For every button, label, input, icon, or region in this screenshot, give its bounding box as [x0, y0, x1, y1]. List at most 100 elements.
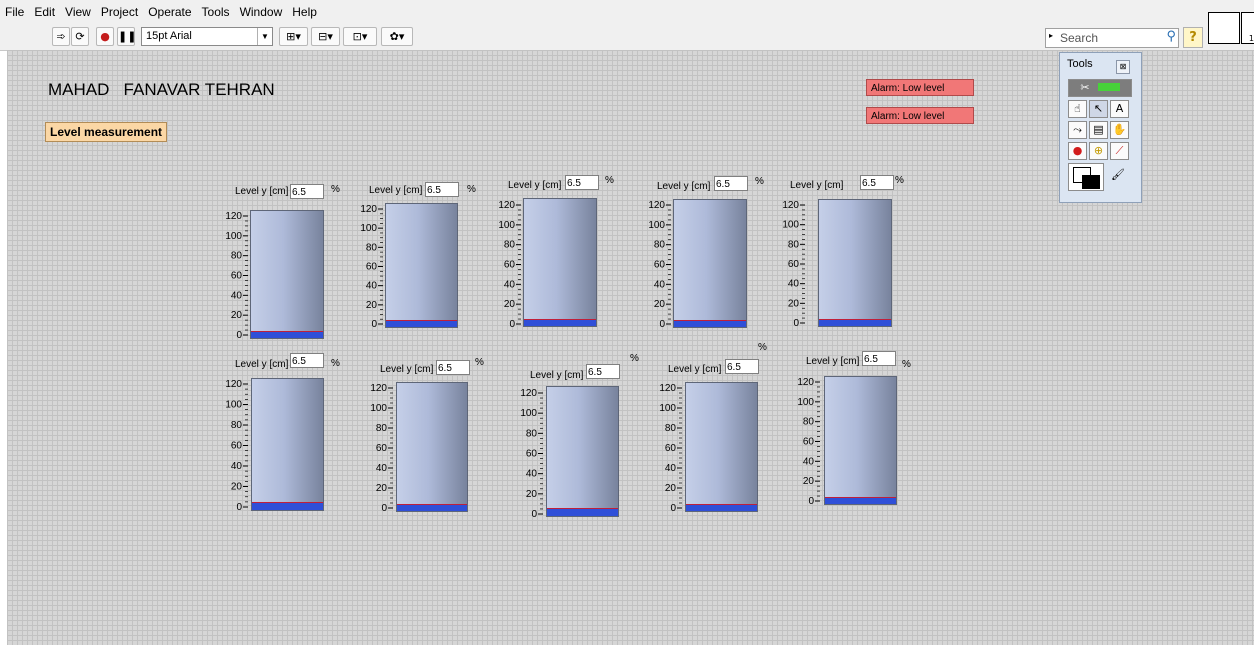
- tank-scale-label: 0: [531, 509, 537, 520]
- tank-scale-label: 20: [665, 483, 677, 494]
- tank-level-fill: [252, 502, 323, 510]
- close-icon[interactable]: ⊠: [1116, 60, 1130, 74]
- menu-bar: File Edit View Project Operate Tools Window Hel…: [0, 0, 1205, 22]
- menu-file[interactable]: File: [0, 0, 29, 19]
- tank-scale-label: 100: [648, 220, 665, 231]
- tank-scale-label: 80: [504, 240, 516, 251]
- menu-tools[interactable]: Tools: [197, 0, 235, 19]
- color-box-icon[interactable]: [1068, 163, 1104, 191]
- tank-indicator: [523, 198, 597, 327]
- tank-level-fill: [397, 503, 467, 511]
- search-input[interactable]: ▸ Search ⚲: [1045, 28, 1179, 48]
- run-continuously-icon[interactable]: ⟳: [71, 27, 89, 46]
- tank-scale-label: 0: [808, 496, 814, 507]
- tank-label: Level y [cm]: [508, 180, 562, 191]
- operate-hand-icon[interactable]: ☝: [1068, 100, 1087, 118]
- menu-window[interactable]: Window: [235, 0, 288, 19]
- automatic-tool-icon[interactable]: ✂: [1068, 79, 1132, 97]
- font-select-value: 15pt Arial: [146, 30, 192, 42]
- tank-scale-label: 40: [231, 290, 243, 301]
- tank-value-field[interactable]: 6.5: [586, 364, 620, 379]
- tank-value-field[interactable]: 6.5: [862, 351, 896, 366]
- tank-scale-label: 80: [366, 242, 378, 253]
- tank-label: Level y [cm]: [235, 186, 289, 197]
- tank-indicator: [685, 382, 758, 512]
- pause-icon[interactable]: ❚❚: [117, 27, 136, 46]
- tank-scale-label: 120: [648, 200, 665, 211]
- tank-scale: 120 100 80 60 40 20 0: [782, 200, 805, 329]
- tank-scale-label: 60: [231, 271, 243, 282]
- tank-value-field[interactable]: 6.5: [725, 359, 759, 374]
- menu-edit[interactable]: Edit: [29, 0, 60, 19]
- tank-value-field[interactable]: 6.5: [565, 175, 599, 190]
- reorder-icon[interactable]: ✿▾: [381, 27, 413, 46]
- tank-value-field[interactable]: 6.5: [436, 360, 470, 375]
- tank-scale-label: 20: [376, 483, 388, 494]
- wire-tool-icon[interactable]: ⤳: [1068, 121, 1087, 139]
- text-tool-icon[interactable]: A: [1110, 100, 1129, 118]
- font-select[interactable]: 15pt Arial ▼: [141, 27, 273, 46]
- vi-icon[interactable]: [1208, 12, 1240, 44]
- tank-value-field[interactable]: 6.5: [714, 176, 748, 191]
- tank-scale-label: 40: [376, 463, 388, 474]
- menu-project[interactable]: Project: [96, 0, 143, 19]
- tank-value-field[interactable]: 6.5: [290, 353, 324, 368]
- tank-scale-label: 100: [360, 223, 377, 234]
- tank-label: Level y [cm]: [668, 364, 722, 375]
- tank-scale: 120 100 80 60 40 20 0: [797, 377, 820, 507]
- tank-scale-label: 40: [231, 461, 243, 472]
- breakpoint-icon[interactable]: ●: [1068, 142, 1087, 160]
- tank-scale-label: 80: [803, 417, 815, 428]
- color-copy-icon[interactable]: ⟋: [1110, 142, 1129, 160]
- tank-scale: 120 100 80 60 40 20 0: [370, 383, 393, 514]
- connector-pane-icon[interactable]: 1: [1241, 12, 1254, 44]
- run-arrow-icon[interactable]: ➾: [52, 27, 70, 46]
- tank-scale-label: 60: [526, 449, 538, 460]
- tank-scale-label: 100: [370, 403, 387, 414]
- tank-level-fill: [386, 319, 457, 327]
- pointer-tool-icon[interactable]: ↖: [1089, 100, 1108, 118]
- tank-indicator: [546, 386, 619, 517]
- tank-scale: 120 100 80 60 40 20 0: [360, 204, 383, 330]
- tank-indicator: [251, 378, 324, 511]
- tank-unit: %: [902, 359, 911, 370]
- tank-label: Level y [cm]: [369, 185, 423, 196]
- tank-value-field[interactable]: 6.5: [290, 184, 324, 199]
- resize-objects-icon[interactable]: ⊡▾: [343, 27, 377, 46]
- menu-help[interactable]: Help: [287, 0, 322, 19]
- align-objects-icon[interactable]: ⊞▾: [279, 27, 308, 46]
- tank-level-fill: [825, 496, 896, 504]
- tank-scale-label: 80: [665, 423, 677, 434]
- tank-scale: 120 100 80 60 40 20 0: [520, 388, 543, 520]
- menu-view[interactable]: View: [60, 0, 96, 19]
- distribute-objects-icon[interactable]: ⊟▾: [311, 27, 340, 46]
- tank-scale-label: 120: [520, 388, 537, 399]
- menu-operate[interactable]: Operate: [143, 0, 196, 19]
- tank-scale-label: 0: [793, 318, 799, 329]
- tank-scale-label: 20: [366, 300, 378, 311]
- search-icon[interactable]: ⚲: [1166, 28, 1176, 44]
- color-brush-icon[interactable]: 🖌: [1107, 167, 1129, 189]
- tank-scale-label: 80: [376, 423, 388, 434]
- abort-icon[interactable]: ●: [96, 27, 114, 46]
- tank-scale-label: 100: [225, 400, 242, 411]
- tank-value-field[interactable]: 6.5: [425, 182, 459, 197]
- tank-scale-label: 80: [654, 240, 666, 251]
- tank-scale-label: 120: [659, 383, 676, 394]
- tank-indicator: [396, 382, 468, 512]
- tank-scale-label: 20: [654, 299, 666, 310]
- tank-level-fill: [251, 330, 323, 338]
- tank-value-field[interactable]: 6.5: [860, 175, 894, 190]
- chevron-down-icon: ▼: [257, 28, 272, 45]
- tank-scale-label: 0: [509, 319, 515, 330]
- probe-icon[interactable]: ⊕: [1089, 142, 1108, 160]
- tank-scale-label: 60: [665, 443, 677, 454]
- tank-label: Level y [cm]: [530, 370, 584, 381]
- shortcut-menu-icon[interactable]: ▤: [1089, 121, 1108, 139]
- scroll-hand-icon[interactable]: ✋: [1110, 121, 1129, 139]
- tank-scale-label: 0: [670, 503, 676, 514]
- tank-scale-label: 0: [236, 330, 242, 341]
- tank-scale-label: 20: [526, 489, 538, 500]
- tank-scale-label: 60: [788, 259, 800, 270]
- help-icon[interactable]: ?: [1183, 27, 1203, 48]
